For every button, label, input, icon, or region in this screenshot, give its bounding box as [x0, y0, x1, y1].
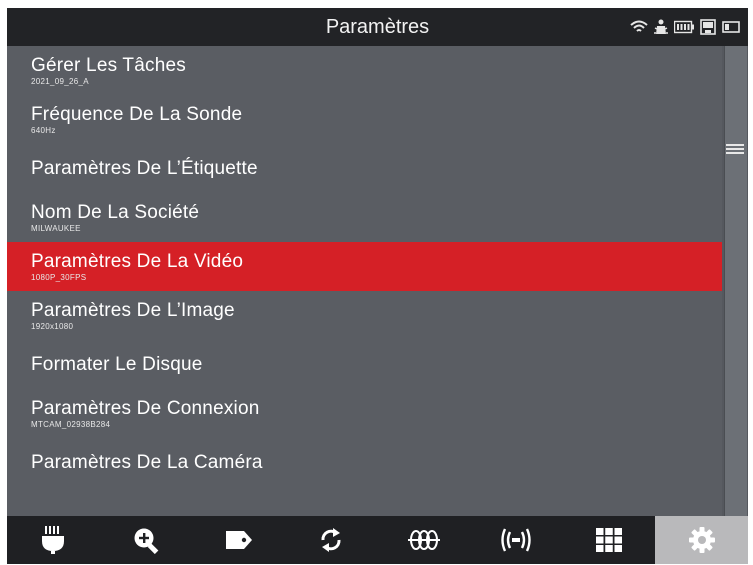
title-bar: Paramètres: [7, 8, 748, 46]
storage-icon: [700, 19, 716, 35]
menu-item-label-settings[interactable]: Paramètres De L’Étiquette: [7, 144, 722, 193]
menu-item-video-settings[interactable]: Paramètres De La Vidéo 1080P_30FPS: [7, 242, 722, 291]
menu-item-label: Formater Le Disque: [31, 354, 203, 375]
status-bar: [630, 18, 740, 36]
tag-button[interactable]: [192, 516, 285, 564]
zoom-in-icon: [132, 526, 160, 554]
grid-icon: [595, 527, 623, 553]
scroll-track[interactable]: [724, 46, 747, 516]
gear-icon: [688, 526, 716, 554]
settings-button[interactable]: [655, 516, 748, 564]
light-icon: [40, 525, 66, 555]
menu-item-label: Fréquence De La Sonde: [31, 104, 243, 125]
card-icon: [722, 20, 740, 34]
settings-list: Gérer Les Tâches 2021_09_26_A Fréquence …: [7, 46, 722, 516]
tag-icon: [224, 528, 254, 552]
bug-icon: [654, 18, 668, 36]
menu-item-label: Paramètres De L’Image: [31, 300, 235, 321]
menu-item-format-disk[interactable]: Formater Le Disque: [7, 340, 722, 389]
light-button[interactable]: [7, 516, 100, 564]
rotate-button[interactable]: [285, 516, 378, 564]
sonde-button[interactable]: [378, 516, 471, 564]
menu-item-value: 1080P_30FPS: [31, 273, 87, 282]
bottom-toolbar: [7, 516, 748, 564]
menu-item-value: MTCAM_02938B284: [31, 420, 111, 429]
menu-item-label: Paramètres De La Caméra: [31, 452, 263, 473]
menu-item-manage-tasks[interactable]: Gérer Les Tâches 2021_09_26_A: [7, 46, 722, 95]
battery-icon: [674, 20, 694, 34]
menu-item-company-name[interactable]: Nom De La Société MILWAUKEE: [7, 193, 722, 242]
menu-item-label: Paramètres De La Vidéo: [31, 251, 244, 272]
menu-item-value: MILWAUKEE: [31, 224, 81, 233]
grid-button[interactable]: [563, 516, 656, 564]
scroll-thumb[interactable]: [726, 142, 744, 156]
menu-item-sonde-frequency[interactable]: Fréquence De La Sonde 640Hz: [7, 95, 722, 144]
menu-item-value: 1920x1080: [31, 322, 74, 331]
rotate-icon: [318, 526, 344, 554]
transmitter-button[interactable]: [470, 516, 563, 564]
settings-screen: Paramètres Gérer Les Tâches 2021_09_26_A…: [7, 8, 748, 564]
scrollbar[interactable]: [722, 46, 748, 516]
sonde-icon: [407, 528, 441, 552]
menu-item-value: 640Hz: [31, 126, 56, 135]
wifi-icon: [630, 19, 648, 35]
zoom-in-button[interactable]: [100, 516, 193, 564]
menu-item-image-settings[interactable]: Paramètres De L’Image 1920x1080: [7, 291, 722, 340]
menu-item-label: Paramètres De Connexion: [31, 398, 260, 419]
menu-item-camera-settings[interactable]: Paramètres De La Caméra: [7, 438, 722, 487]
menu-item-value: 2021_09_26_A: [31, 77, 89, 86]
menu-item-label: Paramètres De L’Étiquette: [31, 158, 258, 179]
transmitter-icon: [499, 526, 533, 554]
menu-item-label: Gérer Les Tâches: [31, 55, 186, 76]
menu-item-label: Nom De La Société: [31, 202, 200, 223]
menu-item-connection-settings[interactable]: Paramètres De Connexion MTCAM_02938B284: [7, 389, 722, 438]
